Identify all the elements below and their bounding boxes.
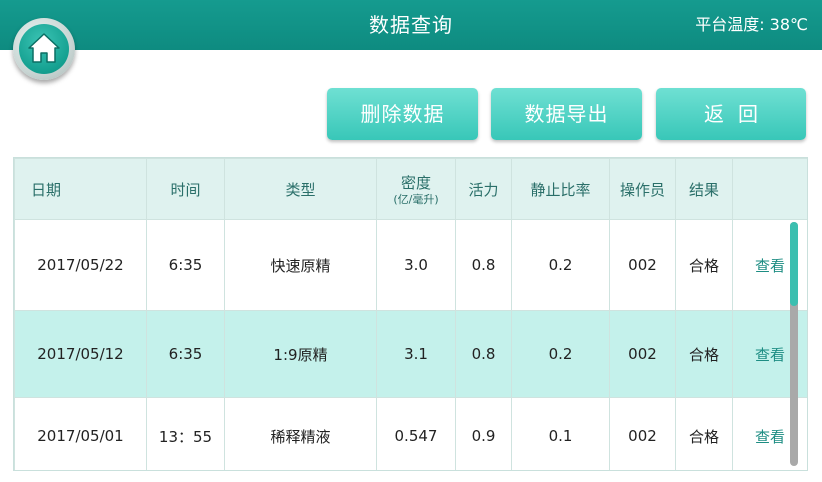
table-row[interactable]: 2017/05/12 6:35 1:9原精 3.1 0.8 0.2 002 合格… bbox=[14, 310, 807, 398]
cell-result: 合格 bbox=[675, 219, 733, 311]
cell-type: 1:9原精 bbox=[224, 310, 377, 398]
header-operator: 操作员 bbox=[609, 158, 676, 220]
back-button[interactable]: 返回 bbox=[656, 88, 806, 140]
header-time: 时间 bbox=[146, 158, 225, 220]
cell-date: 2017/05/22 bbox=[14, 219, 147, 311]
table-header-row: 日期 时间 类型 密度 (亿/毫升) 活力 静止比率 操作员 结果 bbox=[14, 158, 807, 220]
data-table: 日期 时间 类型 密度 (亿/毫升) 活力 静止比率 操作员 结果 2017/0… bbox=[13, 157, 808, 471]
scrollbar-thumb[interactable] bbox=[790, 222, 798, 306]
top-bar: 数据查询 平台温度: 38℃ bbox=[0, 0, 822, 50]
header-action bbox=[732, 158, 807, 220]
home-button[interactable] bbox=[13, 18, 75, 80]
table-scrollbar[interactable] bbox=[790, 222, 798, 466]
cell-type: 稀释精液 bbox=[224, 397, 377, 470]
cell-date: 2017/05/12 bbox=[14, 310, 147, 398]
cell-result: 合格 bbox=[675, 397, 733, 470]
cell-static-ratio: 0.2 bbox=[511, 310, 610, 398]
header-type: 类型 bbox=[224, 158, 377, 220]
cell-type: 快速原精 bbox=[224, 219, 377, 311]
home-icon bbox=[28, 33, 60, 63]
cell-time: 13：55 bbox=[146, 397, 225, 470]
cell-result: 合格 bbox=[675, 310, 733, 398]
cell-density: 3.0 bbox=[376, 219, 456, 311]
cell-motility: 0.9 bbox=[455, 397, 512, 470]
cell-time: 6:35 bbox=[146, 219, 225, 311]
cell-operator: 002 bbox=[609, 397, 676, 470]
cell-static-ratio: 0.1 bbox=[511, 397, 610, 470]
platform-temperature: 平台温度: 38℃ bbox=[695, 15, 808, 34]
cell-operator: 002 bbox=[609, 310, 676, 398]
header-result: 结果 bbox=[675, 158, 733, 220]
header-static-ratio: 静止比率 bbox=[511, 158, 610, 220]
cell-motility: 0.8 bbox=[455, 310, 512, 398]
header-date: 日期 bbox=[14, 158, 147, 220]
cell-density: 3.1 bbox=[376, 310, 456, 398]
cell-date: 2017/05/01 bbox=[14, 397, 147, 470]
header-density: 密度 (亿/毫升) bbox=[376, 158, 456, 220]
delete-data-button[interactable]: 删除数据 bbox=[327, 88, 478, 140]
cell-motility: 0.8 bbox=[455, 219, 512, 311]
header-density-label: 密度 bbox=[400, 174, 431, 192]
header-density-unit: (亿/毫升) bbox=[393, 193, 439, 206]
table-row[interactable]: 2017/05/22 6:35 快速原精 3.0 0.8 0.2 002 合格 … bbox=[14, 219, 807, 311]
header-motility: 活力 bbox=[455, 158, 512, 220]
cell-time: 6:35 bbox=[146, 310, 225, 398]
cell-operator: 002 bbox=[609, 219, 676, 311]
export-data-button[interactable]: 数据导出 bbox=[491, 88, 642, 140]
cell-density: 0.547 bbox=[376, 397, 456, 470]
table-row[interactable]: 2017/05/01 13：55 稀释精液 0.547 0.9 0.1 002 … bbox=[14, 397, 807, 470]
cell-static-ratio: 0.2 bbox=[511, 219, 610, 311]
